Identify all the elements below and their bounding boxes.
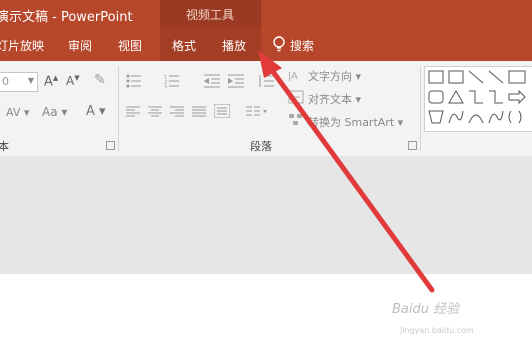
numbering-icon[interactable]: 1 2 3 — [164, 74, 180, 88]
tab-review[interactable]: 审阅 — [68, 37, 92, 54]
tab-view[interactable]: 视图 — [118, 37, 142, 54]
smartart-icon — [289, 114, 302, 125]
decrease-indent-icon[interactable] — [204, 74, 220, 88]
columns-icon[interactable] — [246, 106, 268, 118]
font-color-label: A — [86, 104, 95, 119]
grow-font-icon[interactable]: A▲ — [44, 74, 58, 89]
char-spacing-icon[interactable]: AV ▾ — [6, 106, 29, 119]
bullets-icon[interactable] — [126, 74, 142, 88]
window-title: 演示文稿 - PowerPoint — [0, 10, 133, 25]
text-direction-label: 文字方向 — [308, 70, 352, 83]
line-spacing-icon[interactable] — [258, 74, 274, 88]
align-text-label: 对齐文本 — [308, 93, 352, 106]
svg-text:ǀA: ǀA — [288, 71, 298, 82]
text-direction-icon: ǀA — [288, 71, 298, 82]
shapes-gallery[interactable] — [424, 66, 532, 132]
convert-smartart-label: 转换为 SmartArt — [308, 116, 395, 129]
font-color-button[interactable]: A ▾ — [86, 104, 106, 119]
font-size-value: 0 — [2, 75, 9, 88]
convert-smartart-button[interactable]: 转换为 SmartArt ▾ — [308, 114, 403, 130]
baidu-watermark-url: jingyan.baidu.com — [400, 326, 474, 335]
clear-format-icon[interactable]: ✎ — [94, 72, 106, 88]
increase-indent-icon[interactable] — [228, 74, 244, 88]
baidu-watermark: Baidu 经验 — [392, 302, 460, 317]
context-group-label: 视频工具 — [186, 8, 235, 22]
text-direction-button[interactable]: 文字方向 ▾ — [308, 68, 361, 84]
tab-playback[interactable]: 播放 — [222, 37, 246, 54]
distributed-icon[interactable] — [214, 104, 230, 118]
font-group-label: 本 — [0, 140, 9, 153]
justify-icon[interactable] — [192, 106, 206, 118]
change-case-label: Aa — [42, 105, 58, 119]
svg-text:3: 3 — [164, 85, 167, 88]
group-divider — [118, 66, 119, 151]
font-size-field[interactable]: 0 ▼ — [0, 72, 38, 92]
align-right-icon[interactable] — [170, 106, 184, 118]
align-left-icon[interactable] — [126, 106, 140, 118]
align-text-icon — [288, 90, 304, 104]
lightbulb-icon[interactable] — [272, 36, 286, 52]
editor-background — [0, 156, 532, 274]
align-center-icon[interactable] — [148, 106, 162, 118]
tab-search[interactable]: 搜索 — [290, 37, 314, 54]
shapes-gallery-icons — [428, 70, 526, 124]
paragraph-group-label: 段落 — [250, 140, 272, 153]
shrink-font-icon[interactable]: A▼ — [66, 74, 80, 88]
chevron-down-icon: ▼ — [27, 76, 34, 85]
change-case-button[interactable]: Aa ▾ — [42, 105, 67, 119]
align-text-button[interactable]: 对齐文本 ▾ — [308, 91, 361, 107]
group-divider — [420, 66, 421, 151]
paragraph-dialog-launcher[interactable] — [408, 141, 417, 150]
font-dialog-launcher[interactable] — [106, 141, 115, 150]
tab-format[interactable]: 格式 — [172, 37, 196, 54]
tab-slideshow[interactable]: 灯片放映 — [0, 37, 44, 54]
